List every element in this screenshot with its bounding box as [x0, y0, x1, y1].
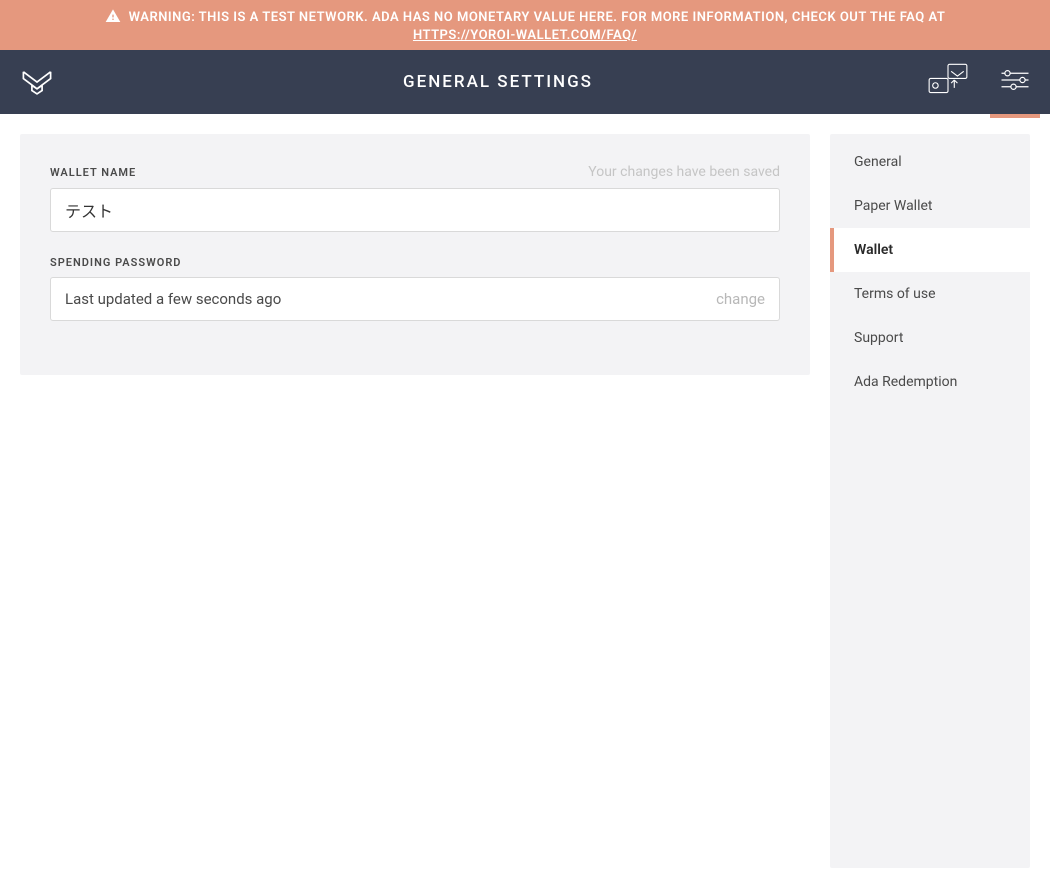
top-nav: GENERAL SETTINGS — [0, 50, 1050, 114]
sidebar-item-label: General — [854, 154, 902, 170]
spending-password-label: SPENDING PASSWORD — [50, 256, 181, 269]
spending-password-row: Last updated a few seconds ago change — [50, 277, 780, 321]
wallet-name-save-status: Your changes have been saved — [588, 164, 780, 180]
wallet-name-label: WALLET NAME — [50, 166, 136, 179]
sidebar-item-label: Ada Redemption — [854, 374, 957, 390]
page-title: GENERAL SETTINGS — [70, 72, 926, 92]
sidebar-item-paper-wallet[interactable]: Paper Wallet — [830, 184, 1030, 228]
settings-sidebar: General Paper Wallet Wallet Terms of use… — [830, 134, 1030, 868]
yoroi-logo[interactable] — [20, 65, 70, 99]
settings-main-panel: WALLET NAME Your changes have been saved… — [20, 134, 810, 375]
test-network-warning-banner: WARNING: THIS IS A TEST NETWORK. ADA HAS… — [0, 0, 1050, 50]
settings-nav-icon[interactable] — [1000, 68, 1030, 96]
sidebar-item-label: Support — [854, 330, 903, 346]
warning-icon — [105, 8, 121, 28]
sidebar-item-label: Paper Wallet — [854, 198, 933, 214]
faq-link[interactable]: HTTPS://YOROI-WALLET.COM/FAQ/ — [413, 28, 637, 43]
sidebar-item-label: Terms of use — [854, 286, 936, 302]
spending-password-field-group: SPENDING PASSWORD Last updated a few sec… — [50, 256, 780, 321]
content-area: WALLET NAME Your changes have been saved… — [0, 114, 1050, 888]
sidebar-item-terms-of-use[interactable]: Terms of use — [830, 272, 1030, 316]
warning-text: WARNING: THIS IS A TEST NETWORK. ADA HAS… — [129, 10, 946, 25]
sidebar-item-ada-redemption[interactable]: Ada Redemption — [830, 360, 1030, 404]
wallets-nav-icon[interactable] — [926, 61, 970, 103]
wallet-name-field-group: WALLET NAME Your changes have been saved — [50, 164, 780, 232]
sidebar-item-support[interactable]: Support — [830, 316, 1030, 360]
sidebar-item-wallet[interactable]: Wallet — [830, 228, 1030, 272]
spending-password-status: Last updated a few seconds ago — [65, 290, 716, 308]
change-password-link[interactable]: change — [716, 290, 765, 308]
sidebar-item-general[interactable]: General — [830, 134, 1030, 184]
wallet-name-input[interactable] — [50, 188, 780, 232]
sidebar-item-label: Wallet — [854, 242, 893, 258]
